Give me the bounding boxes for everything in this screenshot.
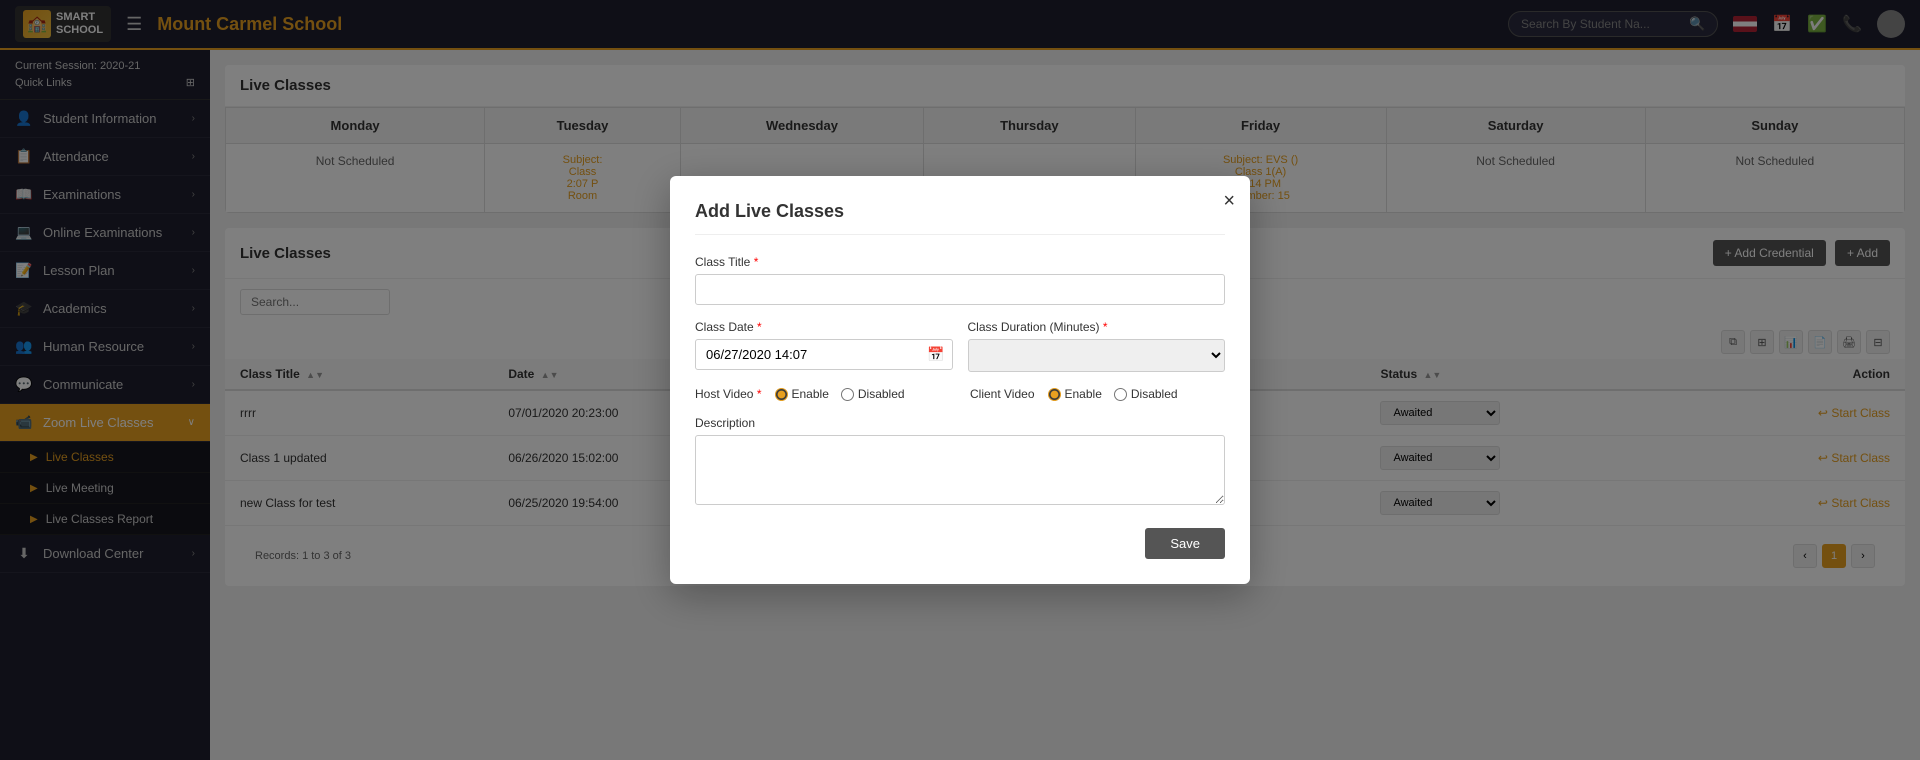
- class-date-col: Class Date * 📅: [695, 320, 953, 372]
- modal-footer: Save: [695, 528, 1225, 559]
- description-label: Description: [695, 416, 1225, 430]
- modal-title: Add Live Classes: [695, 201, 1225, 235]
- class-date-label: Class Date *: [695, 320, 953, 334]
- host-video-disabled-option[interactable]: Disabled: [841, 387, 905, 401]
- required-marker: *: [1103, 320, 1108, 334]
- host-video-disabled-radio[interactable]: [841, 388, 854, 401]
- class-title-row: Class Title *: [695, 255, 1225, 305]
- client-video-enable-option[interactable]: Enable: [1048, 387, 1102, 401]
- class-title-input[interactable]: [695, 274, 1225, 305]
- date-input-wrap: 📅: [695, 339, 953, 370]
- save-button[interactable]: Save: [1145, 528, 1225, 559]
- modal-overlay[interactable]: × Add Live Classes Class Title * Class D…: [0, 0, 1920, 760]
- modal-close-button[interactable]: ×: [1223, 191, 1235, 211]
- modal-dialog: × Add Live Classes Class Title * Class D…: [670, 176, 1250, 584]
- date-duration-row: Class Date * 📅 Class Duration (Minutes) …: [695, 320, 1225, 372]
- description-textarea[interactable]: [695, 435, 1225, 505]
- calendar-picker-icon[interactable]: 📅: [927, 346, 944, 363]
- description-row: Description: [695, 416, 1225, 508]
- client-video-options: Enable Disabled: [1048, 387, 1178, 401]
- required-marker: *: [757, 387, 762, 401]
- client-video-enable-label: Enable: [1065, 387, 1102, 401]
- class-duration-label: Class Duration (Minutes) *: [968, 320, 1226, 334]
- client-video-group: Client Video Enable Disabled: [970, 387, 1225, 401]
- class-title-label: Class Title *: [695, 255, 1225, 269]
- client-video-label: Client Video: [970, 387, 1035, 401]
- video-options-row: Host Video * Enable Disabled Client Vide…: [695, 387, 1225, 401]
- host-video-enable-radio[interactable]: [775, 388, 788, 401]
- required-marker: *: [757, 320, 762, 334]
- class-date-input[interactable]: [695, 339, 953, 370]
- required-marker: *: [754, 255, 759, 269]
- host-video-label: Host Video *: [695, 387, 762, 401]
- host-video-options: Enable Disabled: [775, 387, 905, 401]
- host-video-enable-label: Enable: [792, 387, 829, 401]
- host-video-enable-option[interactable]: Enable: [775, 387, 829, 401]
- client-video-enable-radio[interactable]: [1048, 388, 1061, 401]
- client-video-disabled-label: Disabled: [1131, 387, 1178, 401]
- client-video-disabled-radio[interactable]: [1114, 388, 1127, 401]
- client-video-disabled-option[interactable]: Disabled: [1114, 387, 1178, 401]
- class-duration-select[interactable]: 30 60 90 120: [968, 339, 1226, 372]
- host-video-group: Host Video * Enable Disabled: [695, 387, 950, 401]
- host-video-disabled-label: Disabled: [858, 387, 905, 401]
- class-duration-col: Class Duration (Minutes) * 30 60 90 120: [968, 320, 1226, 372]
